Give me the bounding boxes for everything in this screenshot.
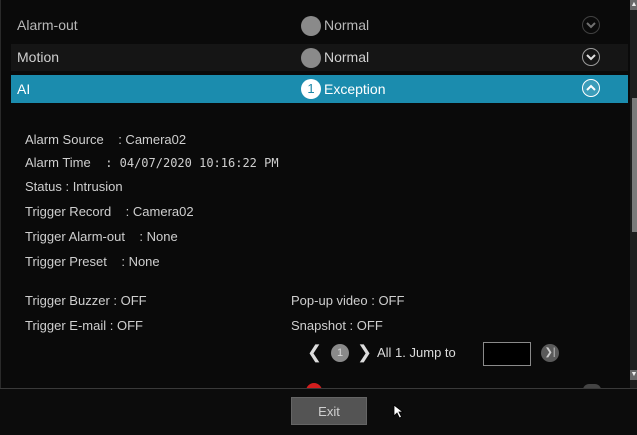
status-text: Normal [324,17,370,33]
chevron-up-icon[interactable] [582,79,600,97]
trigger-alarm-out-value: : None [139,229,178,244]
jump-to-page-input[interactable] [483,342,531,366]
prev-page-button[interactable]: ❮ [307,342,322,363]
snapshot: Snapshot : OFF [291,318,383,333]
trigger-alarm-out-label: Trigger Alarm-out [25,229,125,244]
row-name: Motion [17,49,60,65]
row-alarm-out[interactable]: Alarm-out Normal [11,12,628,39]
alarm-source-label: Alarm Source [25,132,104,147]
pagination: ❮ 1 ❯ All 1. Jump to [307,342,456,363]
row-status: 1 Exception [301,75,385,103]
trigger-email: Trigger E-mail : OFF [25,318,143,333]
row-status: Normal [301,12,369,39]
row-ai[interactable]: AI 1 Exception [11,75,628,103]
trigger-record-label: Trigger Record [25,204,112,219]
status-dot [301,15,321,36]
trigger-preset-label: Trigger Preset [25,254,107,269]
mouse-pointer-icon [393,404,405,419]
alarm-status: Status : Intrusion [25,179,123,194]
alarm-time-label: Alarm Time [25,155,91,170]
trigger-preset-value: : None [121,254,160,269]
trigger-record: Trigger Record : Camera02 [25,204,194,219]
trigger-buzzer: Trigger Buzzer : OFF [25,293,147,308]
alarm-source-value: : Camera02 [118,132,187,147]
status-text: Exception [324,81,386,97]
row-name: AI [17,81,31,97]
alarm-time: Alarm Time : 04/07/2020 10:16:22 PM [25,155,279,170]
page-number[interactable]: 1 [331,343,349,362]
chevron-down-icon[interactable] [582,48,600,66]
popup-video: Pop-up video : OFF [291,293,405,308]
exception-count-badge: 1 [301,79,321,99]
pager-summary: All 1. Jump to [377,345,456,360]
alarm-source: Alarm Source : Camera02 [25,132,186,147]
row-motion[interactable]: Motion Normal [11,44,628,71]
jump-go-button[interactable]: ❯| [541,344,559,362]
scroll-up-arrow-icon[interactable]: ▲ [630,0,637,10]
row-name: Alarm-out [17,17,78,33]
trigger-preset: Trigger Preset : None [25,254,160,269]
next-page-button[interactable]: ❯ [357,342,372,363]
trigger-alarm-out: Trigger Alarm-out : None [25,229,178,244]
chevron-down-icon[interactable] [582,16,600,34]
scrollbar-thumb[interactable] [632,98,637,232]
status-dot [301,47,321,68]
row-status: Normal [301,44,369,71]
alarm-time-value: : 04/07/2020 10:16:22 PM [105,156,279,170]
scroll-down-arrow-icon[interactable]: ▼ [630,370,637,380]
event-list-panel: Alarm-out Normal Motion Normal AI 1 Exce… [0,0,637,388]
status-text: Normal [324,49,370,65]
exit-button[interactable]: Exit [291,397,367,425]
trigger-record-value: : Camera02 [125,204,194,219]
